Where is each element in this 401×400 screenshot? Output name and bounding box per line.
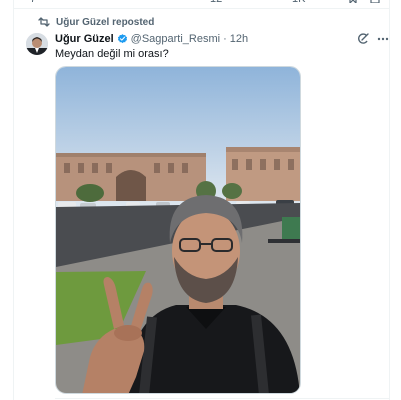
like-count[interactable]: 12: [210, 0, 222, 5]
tweet-photo[interactable]: [55, 66, 301, 394]
avatar[interactable]: [26, 33, 48, 55]
previous-tweet-actions: 7 12 1K: [30, 0, 390, 5]
author-name[interactable]: Uğur Güzel: [55, 33, 114, 45]
share-icon[interactable]: [370, 0, 380, 6]
more-icon[interactable]: [376, 32, 390, 46]
tweet-divider: [13, 8, 390, 9]
bookmark-icon[interactable]: [348, 0, 358, 6]
view-count[interactable]: 1K: [292, 0, 305, 5]
repost-icon: [38, 17, 50, 27]
reply-count[interactable]: 7: [30, 0, 36, 5]
grok-icon[interactable]: [356, 32, 370, 46]
tweet-text: Meydan değil mi orası?: [55, 48, 169, 60]
media-bottom-border: [55, 398, 390, 399]
author-handle[interactable]: @Sagparti_Resmi: [131, 33, 220, 45]
tweet-header: Uğur Güzel @Sagparti_Resmi · 12h: [55, 31, 248, 46]
repost-banner[interactable]: Uğur Güzel reposted: [38, 15, 154, 29]
repost-banner-text: Uğur Güzel reposted: [56, 16, 155, 28]
tweet-timestamp[interactable]: 12h: [230, 33, 248, 45]
verified-badge-icon: [117, 33, 128, 44]
separator: ·: [223, 32, 227, 45]
